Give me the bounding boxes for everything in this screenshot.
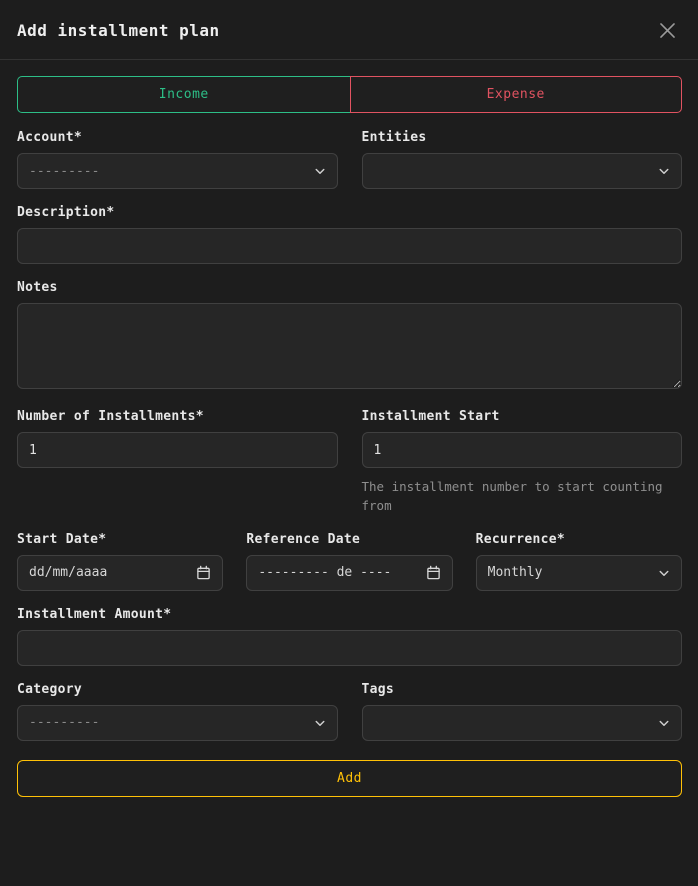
add-button[interactable]: Add bbox=[17, 760, 682, 797]
number-of-installments-input[interactable] bbox=[17, 432, 338, 468]
category-field: Category --------- bbox=[17, 682, 338, 741]
account-select[interactable]: --------- bbox=[17, 153, 338, 189]
category-label: Category bbox=[17, 682, 338, 697]
recurrence-field: Recurrence* Monthly bbox=[476, 532, 682, 591]
modal-title: Add installment plan bbox=[17, 21, 220, 40]
add-installment-plan-modal: Add installment plan Income Expense Acco… bbox=[0, 0, 698, 886]
installment-start-field: Installment Start The installment number… bbox=[362, 409, 683, 516]
chevron-down-icon bbox=[658, 717, 670, 729]
reference-date-value: --------- de ---- bbox=[258, 565, 391, 580]
expense-toggle-button[interactable]: Expense bbox=[350, 76, 683, 113]
installment-start-label: Installment Start bbox=[362, 409, 683, 424]
modal-header: Add installment plan bbox=[0, 0, 698, 60]
reference-date-field: Reference Date --------- de ---- bbox=[246, 532, 452, 591]
reference-date-input[interactable]: --------- de ---- bbox=[246, 555, 452, 591]
calendar-icon bbox=[196, 565, 211, 580]
chevron-down-icon bbox=[314, 165, 326, 177]
description-label: Description* bbox=[17, 205, 682, 220]
notes-textarea[interactable] bbox=[17, 303, 682, 389]
description-field: Description* bbox=[17, 205, 682, 264]
installment-amount-field: Installment Amount* bbox=[17, 607, 682, 666]
installment-amount-input[interactable] bbox=[17, 630, 682, 666]
chevron-down-icon bbox=[658, 165, 670, 177]
entities-select[interactable] bbox=[362, 153, 683, 189]
tags-label: Tags bbox=[362, 682, 683, 697]
tags-field: Tags bbox=[362, 682, 683, 741]
close-button[interactable] bbox=[654, 17, 681, 44]
notes-field: Notes bbox=[17, 280, 682, 393]
account-label: Account* bbox=[17, 130, 338, 145]
installment-start-help-text: The installment number to start counting… bbox=[362, 477, 683, 516]
start-date-input[interactable]: dd/mm/aaaa bbox=[17, 555, 223, 591]
start-date-value: dd/mm/aaaa bbox=[29, 565, 107, 580]
installment-start-input[interactable] bbox=[362, 432, 683, 468]
income-toggle-button[interactable]: Income bbox=[17, 76, 350, 113]
account-select-value: --------- bbox=[29, 164, 99, 179]
number-of-installments-field: Number of Installments* bbox=[17, 409, 338, 516]
recurrence-select[interactable]: Monthly bbox=[476, 555, 682, 591]
installment-amount-label: Installment Amount* bbox=[17, 607, 682, 622]
category-select[interactable]: --------- bbox=[17, 705, 338, 741]
reference-date-label: Reference Date bbox=[246, 532, 452, 547]
transaction-type-toggle: Income Expense bbox=[17, 76, 682, 113]
notes-label: Notes bbox=[17, 280, 682, 295]
close-icon bbox=[658, 28, 677, 43]
category-select-value: --------- bbox=[29, 715, 99, 730]
recurrence-label: Recurrence* bbox=[476, 532, 682, 547]
recurrence-select-value: Monthly bbox=[488, 565, 543, 580]
entities-label: Entities bbox=[362, 130, 683, 145]
calendar-icon bbox=[426, 565, 441, 580]
tags-select[interactable] bbox=[362, 705, 683, 741]
modal-body: Income Expense Account* --------- Entiti… bbox=[0, 60, 698, 886]
entities-field: Entities bbox=[362, 130, 683, 189]
start-date-label: Start Date* bbox=[17, 532, 223, 547]
chevron-down-icon bbox=[314, 717, 326, 729]
description-input[interactable] bbox=[17, 228, 682, 264]
start-date-field: Start Date* dd/mm/aaaa bbox=[17, 532, 223, 591]
chevron-down-icon bbox=[658, 567, 670, 579]
number-of-installments-label: Number of Installments* bbox=[17, 409, 338, 424]
account-field: Account* --------- bbox=[17, 130, 338, 189]
